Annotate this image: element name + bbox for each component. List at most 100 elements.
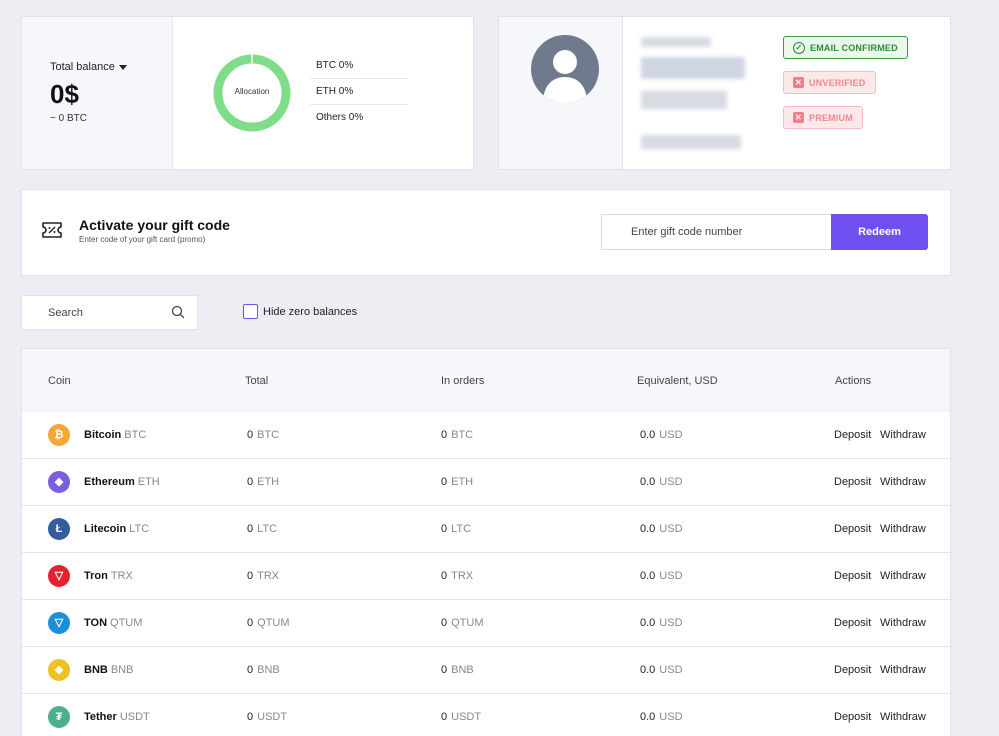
search-box [21,295,198,330]
table-row: ◆ Ethereum ETH 0 ETH 0 ETH 0.0 USD Deposit W… [22,459,950,506]
gift-code-input[interactable] [601,214,832,250]
balance-summary: Total balance 0$ ~ 0 BTC [22,17,173,169]
coin-symbol: BNB [110,664,134,676]
coin-table: Coin Total In orders Equivalent, USD Act… [21,348,951,736]
total-value: 0 LTC [247,523,278,535]
in-orders-value: 0 LTC [441,523,472,535]
profile-avatar-panel [499,17,623,169]
hide-zero-checkbox[interactable] [243,304,258,319]
bitcoin-icon: ₿ [48,424,70,446]
avatar [531,35,599,103]
coin-symbol: QTUM [110,617,143,629]
deposit-link[interactable]: Deposit [834,570,871,582]
withdraw-link[interactable]: Withdraw [880,570,926,582]
total-balance-btc: ~ 0 BTC [50,113,87,124]
coin-name: Tron TRX [84,570,133,582]
deposit-link[interactable]: Deposit [834,476,871,488]
usd-value: 0.0 USD [640,617,683,629]
ton-icon: ▽ [48,612,70,634]
total-value: 0 TRX [247,570,280,582]
deposit-link[interactable]: Deposit [834,617,871,629]
header-equivalent-usd: Equivalent, USD [637,375,718,387]
premium-text: PREMIUM [809,112,853,123]
gift-code-card: Activate your gift code Enter code of yo… [21,189,951,276]
usd-value: 0.0 USD [640,523,683,535]
withdraw-link[interactable]: Withdraw [880,664,926,676]
allocation-list: BTC 0% ETH 0% Others 0% [310,53,408,131]
coin-symbol: USDT [119,711,150,723]
gift-subtitle: Enter code of your gift card (promo) [79,235,206,244]
donut-center-label: Allocation [234,87,270,96]
deposit-link[interactable]: Deposit [834,429,871,441]
table-header: Coin Total In orders Equivalent, USD Act… [22,349,950,412]
usd-value: 0.0 USD [640,476,683,488]
unverified-text: UNVERIFIED [809,77,866,88]
profile-card: ✓ EMAIL CONFIRMED ✕ UNVERIFIED ✕ PREMIUM [498,16,951,170]
table-row: Ł Litecoin LTC 0 LTC 0 LTC 0.0 USD Deposit W… [22,506,950,553]
check-circle-icon: ✓ [793,41,805,54]
usd-value: 0.0 USD [640,429,683,441]
deposit-link[interactable]: Deposit [834,523,871,535]
deposit-link[interactable]: Deposit [834,711,871,723]
in-orders-value: 0 TRX [441,570,474,582]
coin-name: Ethereum ETH [84,476,160,488]
litecoin-icon: Ł [48,518,70,540]
table-row: ₿ Bitcoin BTC 0 BTC 0 BTC 0.0 USD Deposit Wi… [22,412,950,459]
coin-name: TON QTUM [84,617,143,629]
in-orders-value: 0 BTC [441,429,474,441]
table-row: ▽ TON QTUM 0 QTUM 0 QTUM 0.0 USD Deposit Wit… [22,600,950,647]
table-row: ◈ BNB BNB 0 BNB 0 BNB 0.0 USD Deposit Withdr… [22,647,950,694]
total-value: 0 QTUM [247,617,290,629]
caret-down-icon [118,64,127,70]
coin-symbol: BTC [124,429,147,441]
in-orders-value: 0 ETH [441,476,474,488]
usd-value: 0.0 USD [640,664,683,676]
ticket-icon [42,222,62,238]
coin-name: BNB BNB [84,664,134,676]
header-actions: Actions [835,375,872,387]
email-confirmed-badge: ✓ EMAIL CONFIRMED [783,36,908,59]
total-value: 0 ETH [247,476,280,488]
allocation-eth: ETH 0% [310,79,408,105]
unverified-badge: ✕ UNVERIFIED [783,71,876,94]
table-row: ▽ Tron TRX 0 TRX 0 TRX 0.0 USD Deposit Withd… [22,553,950,600]
deposit-link[interactable]: Deposit [834,664,871,676]
gift-title: Activate your gift code [79,217,230,233]
total-balance-label: Total balance [50,61,115,73]
tether-icon: ₮ [48,706,70,728]
total-balance-dropdown[interactable]: Total balance [50,61,127,73]
coin-symbol: TRX [110,570,133,582]
search-input[interactable] [22,296,167,329]
coin-name: Tether USDT [84,711,150,723]
withdraw-link[interactable]: Withdraw [880,429,926,441]
tron-icon: ▽ [48,565,70,587]
balance-card: Total balance 0$ ~ 0 BTC Allocation BTC … [21,16,474,170]
usd-value: 0.0 USD [640,570,683,582]
hide-zero-label: Hide zero balances [263,305,358,318]
search-icon[interactable] [171,305,185,319]
withdraw-link[interactable]: Withdraw [880,617,926,629]
withdraw-link[interactable]: Withdraw [880,523,926,535]
total-value: 0 USDT [247,711,288,723]
withdraw-link[interactable]: Withdraw [880,711,926,723]
premium-badge: ✕ PREMIUM [783,106,863,129]
hide-zero-toggle[interactable]: Hide zero balances [243,304,357,319]
withdraw-link[interactable]: Withdraw [880,476,926,488]
allocation-btc: BTC 0% [310,53,408,79]
usd-value: 0.0 USD [640,711,683,723]
table-body: ₿ Bitcoin BTC 0 BTC 0 BTC 0.0 USD Deposit Wi… [22,412,950,736]
coin-symbol: LTC [129,523,150,535]
bnb-icon: ◈ [48,659,70,681]
ethereum-icon: ◆ [48,471,70,493]
total-balance-amount: 0$ [50,79,79,109]
email-confirmed-text: EMAIL CONFIRMED [810,42,898,53]
coin-name: Bitcoin BTC [84,429,147,441]
header-total: Total [245,375,269,387]
total-value: 0 BTC [247,429,280,441]
header-coin: Coin [48,375,71,387]
allocation-others: Others 0% [316,112,364,123]
table-row: ₮ Tether USDT 0 USDT 0 USDT 0.0 USD Deposit … [22,694,950,736]
header-in-orders: In orders [441,375,485,387]
in-orders-value: 0 QTUM [441,617,484,629]
redeem-button[interactable]: Redeem [831,214,928,250]
